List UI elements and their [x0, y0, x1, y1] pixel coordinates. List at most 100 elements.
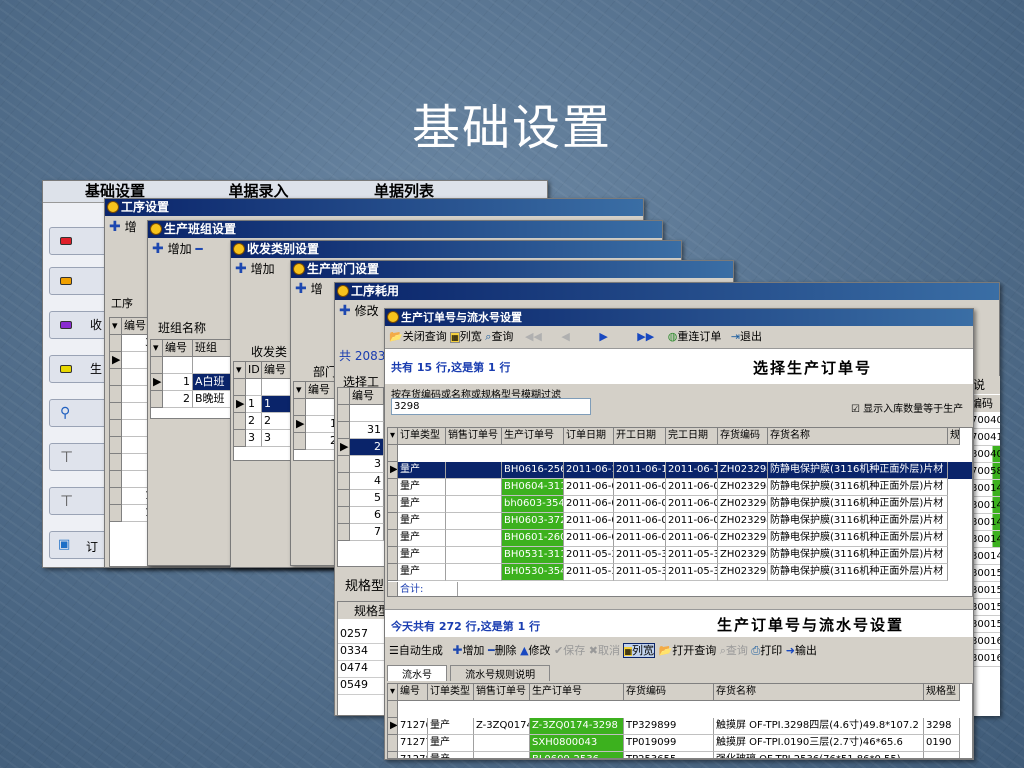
table-row[interactable]: 5 [338, 490, 384, 507]
export-button[interactable]: 输出 [795, 644, 817, 657]
serial-cell: 3298 [924, 718, 960, 735]
edge-code: 80014 [971, 480, 1000, 497]
tab-serial[interactable]: 流水号 [387, 665, 447, 681]
tab-serial-rules[interactable]: 流水号规则说明 [450, 665, 551, 681]
table-row[interactable]: ▶ 2 [338, 439, 384, 456]
add-button[interactable]: 增加 [462, 644, 484, 657]
window-title: 工序耗用 [351, 284, 400, 298]
add-icon[interactable]: ✚ [339, 303, 351, 319]
order-row[interactable]: 量产BH0601-26062011-06-012011-06-012011-06… [388, 530, 972, 547]
delete-icon[interactable]: ━ [195, 242, 202, 256]
add-icon[interactable]: ✚ [109, 219, 121, 235]
open-query-button[interactable]: 打开查询 [672, 644, 716, 657]
col-header-id: 编号 [163, 340, 193, 357]
table-row[interactable]: 31 [338, 422, 384, 439]
edge-code: 70041 [971, 429, 1000, 446]
order-cell: bh0603-3546 [502, 496, 564, 513]
query-button[interactable]: 查询 [491, 330, 513, 343]
column-width-button[interactable]: 列宽 [460, 330, 482, 343]
exit-icon: ⇥ [730, 330, 741, 343]
order-cell [446, 547, 502, 564]
auto-generate-button[interactable]: 自动生成 [399, 644, 443, 657]
edge-code: 80016 [971, 633, 1000, 650]
table-row[interactable]: 33 [234, 430, 298, 447]
modify-button[interactable]: 修改 [355, 304, 379, 318]
add-button[interactable]: 增加 [251, 262, 275, 276]
add-icon[interactable]: ✚ [152, 241, 164, 257]
cat-id: 3 [246, 430, 262, 447]
prev-record-icon[interactable]: ◀ [561, 330, 569, 343]
spec-code[interactable]: 0334 [338, 644, 384, 661]
spec-code[interactable]: 0257 [338, 627, 384, 644]
filter-input[interactable] [391, 398, 591, 415]
menu-button-1[interactable] [49, 227, 109, 255]
table-row[interactable]: ▶ 1 1 [234, 396, 298, 413]
add-button[interactable]: 增加 [168, 242, 192, 256]
last-record-icon[interactable]: ▶▶ [637, 330, 654, 343]
table-row[interactable]: 7 [338, 524, 384, 541]
col-header: 规 [948, 428, 960, 445]
menu-button-3[interactable]: 收 [49, 311, 109, 339]
next-record-icon[interactable]: ▶ [599, 330, 607, 343]
serial-cell: Z-3ZQ0174-3298 [530, 718, 624, 735]
menu-button-5[interactable]: ⚲ [49, 399, 109, 427]
menu-button-2[interactable] [49, 267, 109, 295]
red-item-icon [60, 237, 72, 245]
query-button[interactable]: 查询 [726, 644, 748, 657]
add-icon[interactable]: ✚ [295, 281, 307, 297]
order-cell: 2011-06-04 [614, 479, 666, 496]
order-cell: 量产 [398, 496, 446, 513]
menu-label-8: 订 [86, 540, 99, 554]
exit-button[interactable]: 退出 [740, 330, 762, 343]
row-indicator [110, 454, 122, 471]
add-button[interactable]: 增 [311, 282, 323, 296]
serial-row[interactable]: 71277量产 SXH0800043TP019099触摸屏 OF-TPI.0190… [388, 735, 972, 752]
cancel-button[interactable]: 取消 [598, 644, 620, 657]
order-row[interactable]: ▶量产BH0616-25692011-06-162011-06-162011-0… [388, 462, 972, 479]
serial-row[interactable]: 71278量产 BL0609-2536TP253655强化玻璃 OF-TPI.25… [388, 752, 972, 758]
order-row[interactable]: 量产BH0530-35462011-05-302011-05-302011-05… [388, 564, 972, 581]
spec-code[interactable]: 0549 [338, 678, 384, 695]
serial-row[interactable]: ▶71276量产Z-3ZQ0174Z-3ZQ0174-3298TP329899触… [388, 718, 972, 735]
order-cell: 防静电保护膜(3116机种正面外层)片材 [768, 462, 948, 479]
menu-button-4[interactable]: 生 [49, 355, 109, 383]
menu-button-8[interactable]: ▣ 订 [49, 531, 109, 559]
serial-cell: 触摸屏 OF-TPI.0190三层(2.7寸)46*65.6 [714, 735, 924, 752]
print-button[interactable]: 打印 [760, 644, 782, 657]
close-query-button[interactable]: 关闭查询 [403, 330, 447, 343]
order-row[interactable]: 量产BH0604-31162011-06-042011-06-042011-06… [388, 479, 972, 496]
menu-button-6[interactable]: ⊤ [49, 443, 109, 471]
order-cell: BH0603-3728 [502, 513, 564, 530]
reconnect-order-button[interactable]: 重连订单 [677, 330, 721, 343]
modify-button[interactable]: 修改 [529, 644, 551, 657]
edge-code: 70040 [971, 412, 1000, 429]
menu-button-7[interactable]: ⊤ [49, 487, 109, 515]
add-button[interactable]: 增 [125, 220, 137, 234]
order-cell: 2011-06-03 [614, 513, 666, 530]
spec-code[interactable]: 0474 [338, 661, 384, 678]
team-name-caption: 班组名称 [158, 321, 207, 335]
order-serial-window: 生产订单号与流水号设置 📂关闭查询 ▦列宽 ⌕查询 ◀◀ ◀ ▶ ▶▶ ◍重连订… [384, 308, 974, 760]
save-button[interactable]: 保存 [563, 644, 585, 657]
delete-icon: ━ [487, 644, 495, 657]
table-row[interactable]: 4 [338, 473, 384, 490]
add-icon[interactable]: ✚ [235, 261, 247, 277]
order-row[interactable]: 量产bh0603-35462011-06-032011-06-032011-06… [388, 496, 972, 513]
column-width-button[interactable]: 列宽 [632, 644, 654, 657]
order-cell: 2011-06-16 [564, 462, 614, 479]
row-header: ▾ [388, 428, 398, 445]
col-header: 开工日期 [614, 428, 666, 445]
delete-button[interactable]: 删除 [495, 644, 517, 657]
table-row[interactable]: 22 [234, 413, 298, 430]
warehouse-qty-checkbox[interactable]: ☑ 显示入库数量等于生产 [851, 400, 963, 415]
order-cell: ZH023298 [718, 530, 768, 547]
order-row[interactable]: 量产BH0603-37282011-06-032011-06-032011-06… [388, 513, 972, 530]
order-cell: 2011-06-03 [614, 496, 666, 513]
table-row[interactable]: 3 [338, 456, 384, 473]
table-row[interactable]: 6 [338, 507, 384, 524]
serial-heading: 生产订单号与流水号设置 [717, 616, 905, 634]
first-record-icon[interactable]: ◀◀ [525, 330, 542, 343]
order-cell: 2011-06-16 [666, 462, 718, 479]
team-name: B晚班 [193, 391, 233, 408]
order-row[interactable]: 量产BH0531-31162011-05-312011-05-312011-05… [388, 547, 972, 564]
